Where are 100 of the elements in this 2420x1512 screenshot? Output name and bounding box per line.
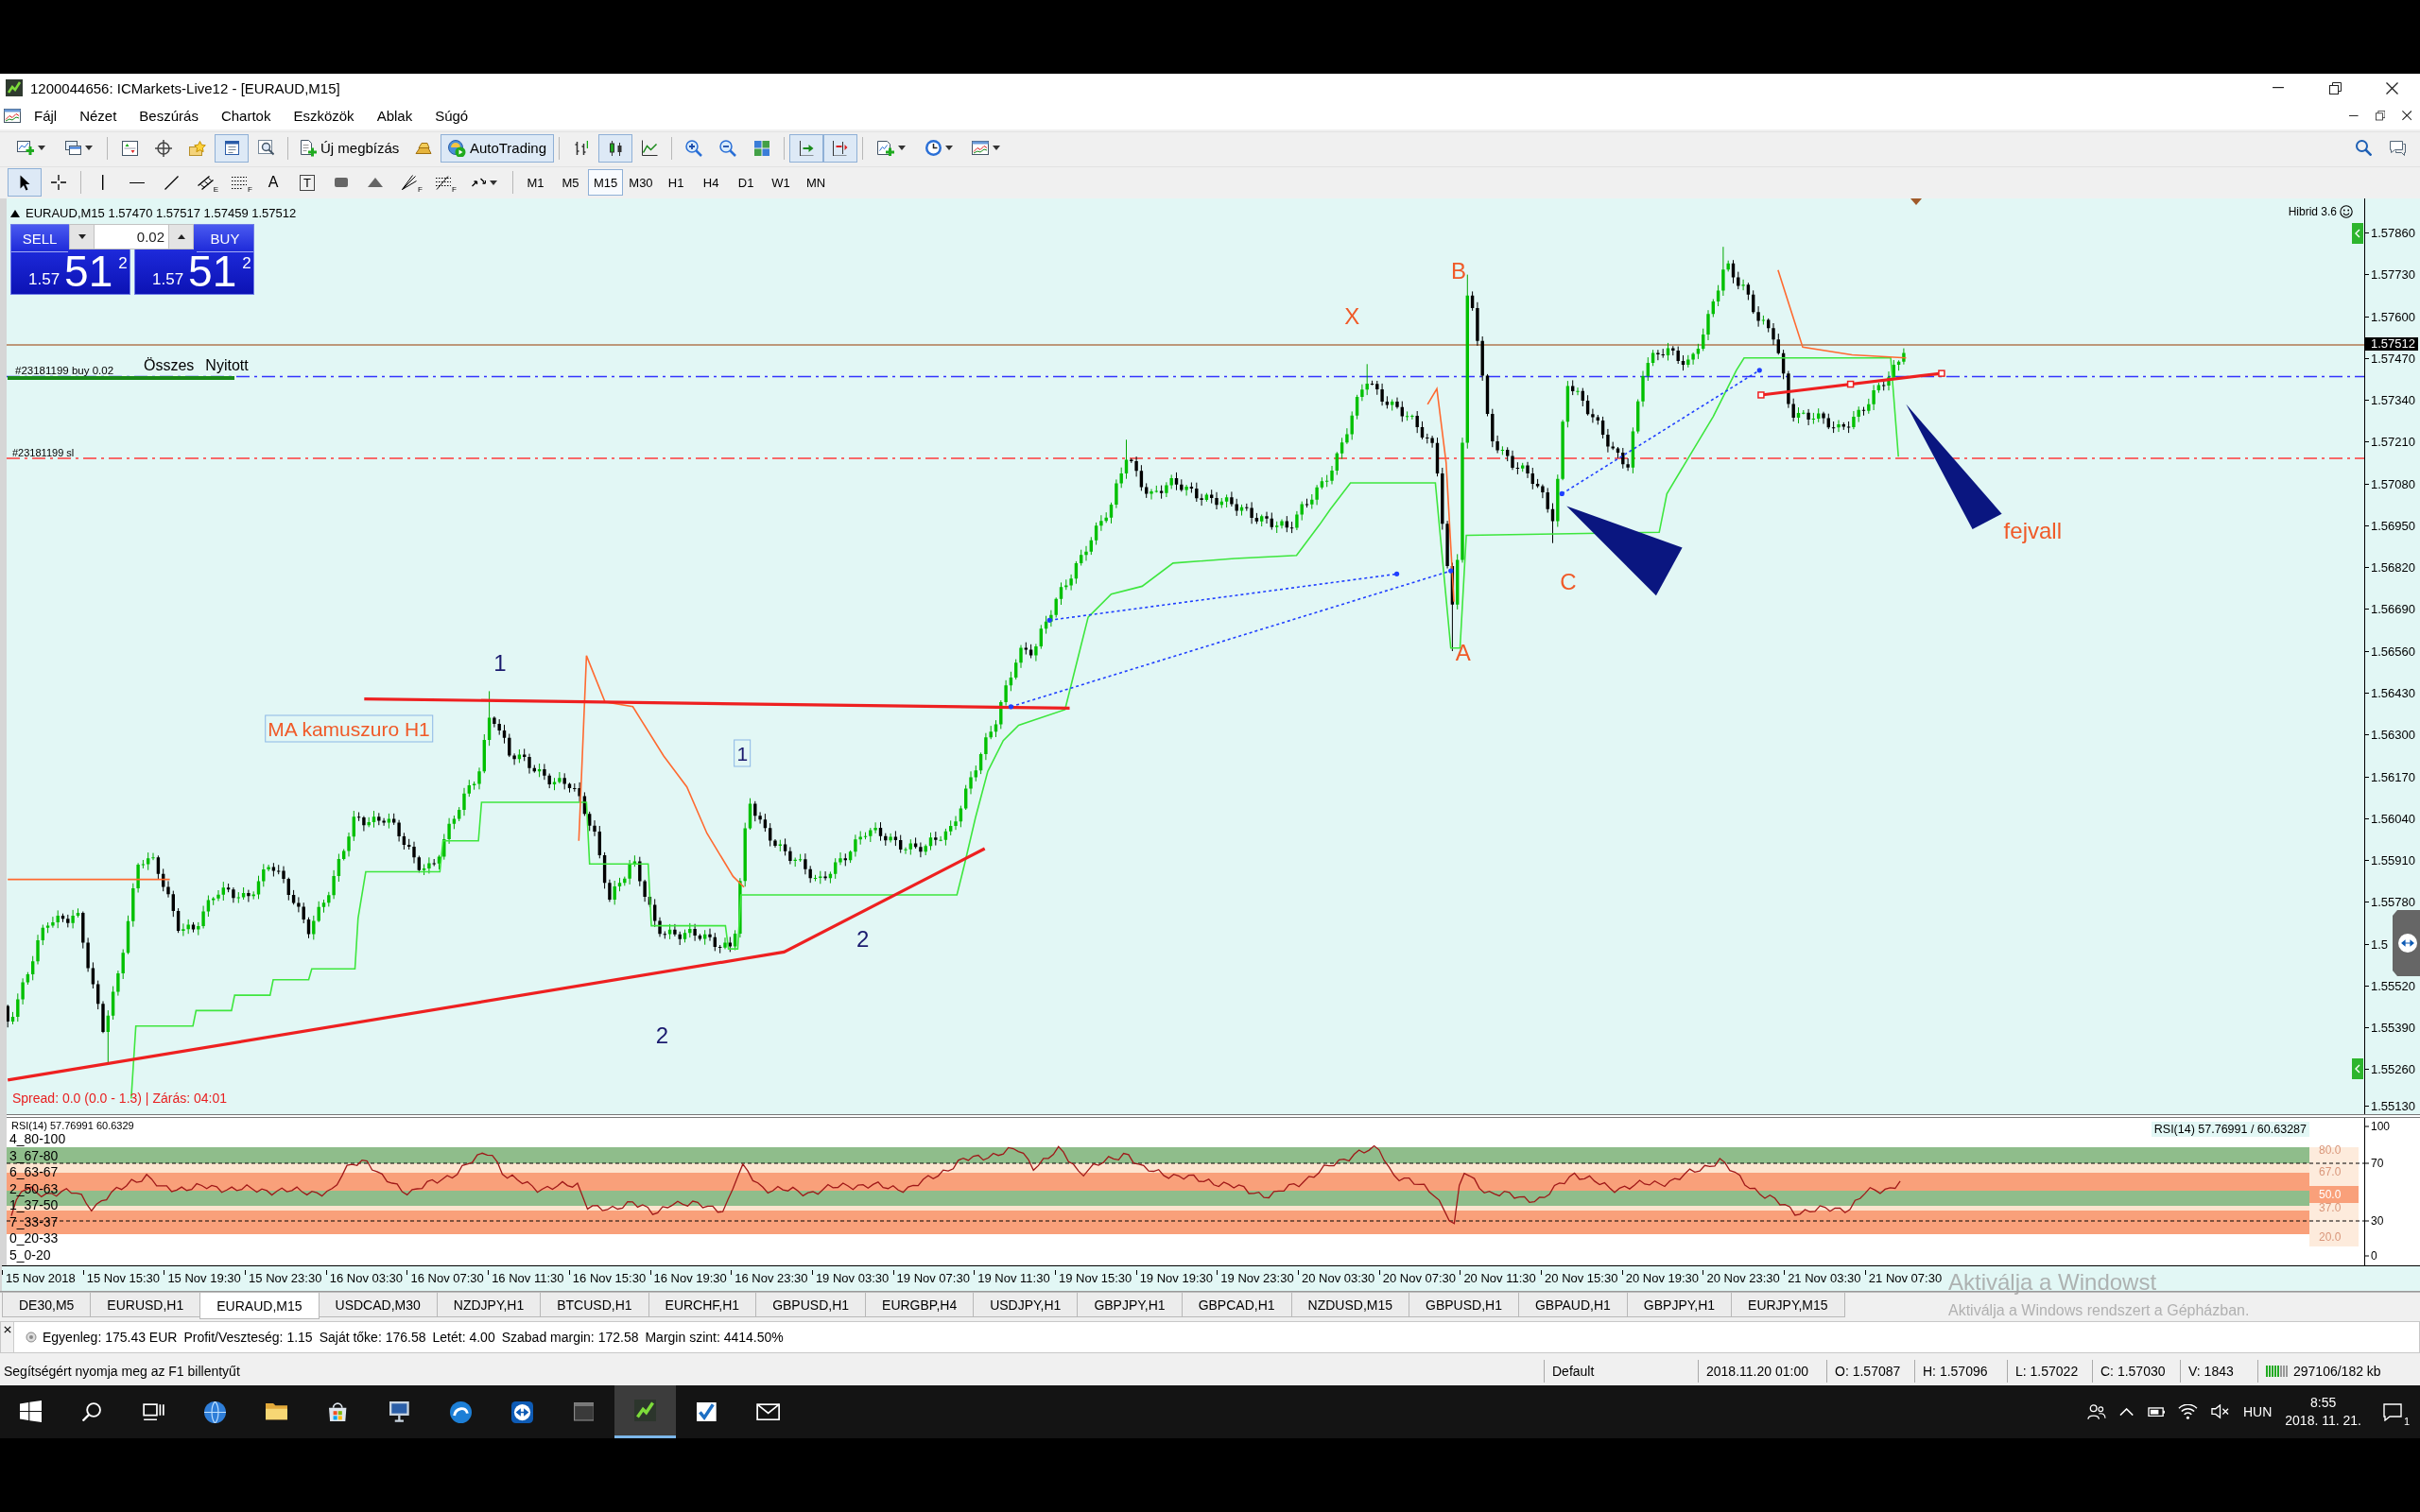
chart-tab[interactable]: USDJPY,H1 <box>973 1293 1079 1317</box>
scale-label: 70 <box>2365 1157 2384 1170</box>
clock-time[interactable]: 8:55 <box>2310 1394 2337 1412</box>
menu-item[interactable]: Chartok <box>209 102 283 129</box>
chart-tab[interactable]: BTCUSD,H1 <box>540 1293 649 1317</box>
menu-item[interactable]: Súgó <box>424 102 480 129</box>
chart-tab[interactable]: GBPUSD,H1 <box>755 1293 867 1317</box>
menu-item[interactable]: Eszközök <box>282 102 366 129</box>
notification-button[interactable]: 1 <box>2373 1385 2420 1438</box>
chart-label[interactable]: 2 <box>655 1023 669 1047</box>
star-folder-icon <box>189 140 206 156</box>
timeframe-button[interactable]: H4 <box>693 169 729 197</box>
menu-item[interactable]: Fájl <box>23 102 69 129</box>
timeframe-button[interactable]: W1 <box>763 169 799 197</box>
close-icon <box>2401 111 2412 121</box>
chart-tab[interactable]: GBPJPY,H1 <box>1626 1293 1733 1317</box>
double-arrow-icon <box>511 1400 533 1423</box>
battery-icon[interactable] <box>2147 1406 2166 1418</box>
chevron-up-icon[interactable] <box>2119 1407 2135 1417</box>
indicator-scale[interactable]: 100 70 30 0 <box>2364 1118 2420 1265</box>
dotted-line[interactable] <box>1046 571 1400 623</box>
fibo-arcs-button[interactable]: F <box>426 168 460 198</box>
chart-tab[interactable]: USDCAD,M30 <box>318 1293 438 1317</box>
new-order-button[interactable]: Új megbízás <box>293 133 407 163</box>
cursor-icon <box>19 174 30 191</box>
double-arrow-tab-icon[interactable] <box>2393 910 2420 976</box>
candles-button[interactable] <box>598 133 633 163</box>
arrows-icon <box>471 178 486 188</box>
level-label: 5_0-20 <box>9 1246 51 1263</box>
fibonacci-button[interactable]: F <box>222 168 256 198</box>
wifi-icon[interactable] <box>2178 1403 2198 1420</box>
arrow-tag-icon[interactable] <box>2352 223 2363 244</box>
arrow-tag-icon[interactable] <box>2352 1058 2363 1079</box>
chart-tab[interactable]: NZDUSD,M15 <box>1290 1293 1409 1317</box>
trend-line[interactable] <box>364 697 1070 710</box>
menu-item[interactable]: Beszúrás <box>128 102 210 129</box>
triangle-marker-icon[interactable] <box>1910 198 1922 205</box>
chart-tab[interactable]: GBPUSD,H1 <box>1409 1293 1519 1317</box>
cursor-button[interactable] <box>8 168 42 198</box>
clock-date[interactable]: 2018. 11. 21. <box>2285 1412 2361 1430</box>
restore-icon <box>2328 81 2342 94</box>
chart-tab[interactable]: EURCHF,H1 <box>648 1293 757 1317</box>
account-value: Szabad margin: 172.58 <box>501 1330 639 1345</box>
chart-tab[interactable]: NZDJPY,H1 <box>436 1293 542 1317</box>
language-indicator[interactable]: HUN <box>2242 1404 2273 1419</box>
order-filter-text[interactable]: Összes <box>144 357 195 374</box>
autotrading-button[interactable]: AutoTrading <box>441 133 555 163</box>
timeframe-button[interactable]: D1 <box>728 169 764 197</box>
order-filter-text[interactable]: Nyitott <box>205 357 249 374</box>
filled-triangle[interactable] <box>1906 404 2002 529</box>
chart-tab[interactable]: EURUSD,H1 <box>90 1293 201 1317</box>
timeframe-button[interactable]: M1 <box>518 169 553 197</box>
timeframe-button[interactable]: H1 <box>658 169 694 197</box>
chart-label[interactable]: 1 <box>493 652 507 676</box>
envelope-icon <box>755 1402 781 1421</box>
timeframe-button[interactable]: M5 <box>553 169 588 197</box>
dotted-line[interactable] <box>1008 568 1454 710</box>
price-scale[interactable]: 1.57860 1.57730 1.57600 1.57470 1.57340 1.57210 1.57080 1.56950 1.56820 1.56690 1.56560 1.56430 1.56300 1.56170 1.56040 1.55910 1.55780 1.5 1.55520 1.55390 1.55260 1.55130 1.57512 <box>2364 198 2420 1114</box>
indicator-name: Hibrid 3.6 <box>2288 205 2337 218</box>
trend-line[interactable] <box>1757 369 1945 399</box>
speaker-muted-icon[interactable] <box>2210 1404 2229 1419</box>
price-label: 1.55910 <box>2365 853 2415 868</box>
vertical-line-icon <box>102 175 104 191</box>
computer-icon <box>389 1401 409 1422</box>
label-tool-button[interactable]: T <box>290 168 324 198</box>
horizontal-line-icon <box>130 181 145 183</box>
circle-icon <box>26 1332 37 1343</box>
chart-tab[interactable]: GBPAUD,H1 <box>1517 1293 1628 1317</box>
autoscroll-button[interactable] <box>789 133 824 163</box>
chart-tab[interactable]: DE30,M5 <box>2 1293 92 1317</box>
menu-item[interactable]: Nézet <box>68 102 129 129</box>
chart-tab[interactable]: EURAUD,M15 <box>199 1293 320 1319</box>
timeframe-button[interactable]: MN <box>798 169 834 197</box>
price-label: 1.55390 <box>2365 1021 2415 1035</box>
data-window-button[interactable] <box>215 133 249 163</box>
chart-tab[interactable]: GBPCAD,H1 <box>1181 1293 1292 1317</box>
timeframe-button[interactable]: M15 <box>588 169 624 197</box>
slanted-levels-icon <box>436 175 451 190</box>
close-button[interactable] <box>1 1322 14 1352</box>
chart-window-icon[interactable] <box>4 109 21 123</box>
timeframe-button[interactable]: M30 <box>623 169 659 197</box>
chart-shift-button[interactable] <box>823 133 858 163</box>
taskbar-button[interactable] <box>614 1385 676 1438</box>
order-line[interactable] <box>7 375 2364 378</box>
chart-tab[interactable]: GBPJPY,H1 <box>1077 1293 1183 1317</box>
menu-item[interactable]: Ablak <box>365 102 424 129</box>
chart-tab[interactable]: EURGBP,H4 <box>865 1293 975 1317</box>
channel-button[interactable]: E <box>188 168 222 198</box>
fan-button[interactable]: F <box>392 168 426 198</box>
text-tool-button[interactable]: A <box>256 168 290 198</box>
tile-windows-icon <box>754 140 770 156</box>
chart-label[interactable]: 2 <box>856 928 870 952</box>
dotted-line[interactable] <box>1559 368 1762 497</box>
chart-tab[interactable]: EURJPY,M15 <box>1731 1293 1845 1317</box>
people-icon[interactable] <box>2087 1403 2107 1420</box>
line-chart-icon <box>641 140 658 157</box>
triangle-up-icon[interactable] <box>10 209 20 217</box>
globe-icon <box>204 1400 226 1423</box>
trend-line[interactable] <box>7 847 986 1082</box>
start-icon <box>20 1400 42 1424</box>
